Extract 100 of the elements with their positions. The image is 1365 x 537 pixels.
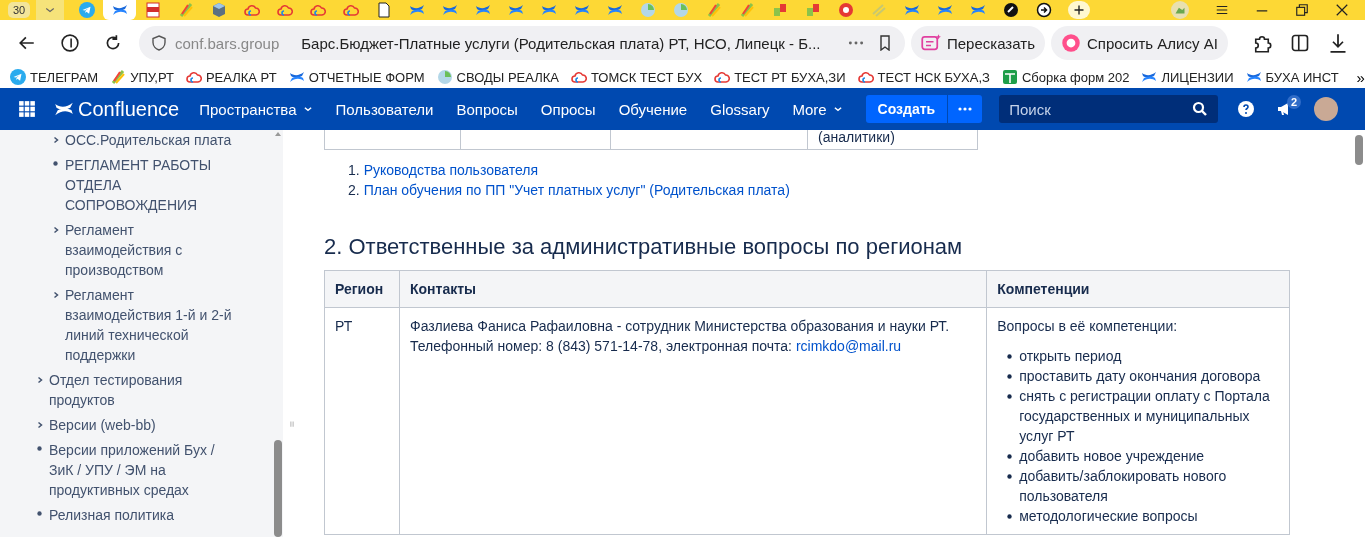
- cube-icon: [210, 2, 227, 18]
- chevron-right-icon[interactable]: [51, 136, 60, 144]
- bookmark-icon[interactable]: [877, 35, 893, 51]
- page-link[interactable]: План обучения по ПП "Учет платных услуг" (Родительская плата): [363, 180, 790, 200]
- search-field[interactable]: Поиск: [999, 95, 1219, 123]
- bookmark-item[interactable]: ТЕСТ НСК БУХА,З: [857, 69, 990, 85]
- sidebar-item[interactable]: Регламент взаимодействия с производством: [65, 220, 242, 280]
- logo-icon: [111, 2, 128, 18]
- bookmark-item[interactable]: ТЕСТ РТ БУХА,ЗИ: [714, 69, 846, 85]
- notification-count: 2: [1287, 95, 1302, 109]
- new-tab-button[interactable]: [1068, 1, 1091, 19]
- sidebar-item[interactable]: ОСС.Родительская плата: [65, 130, 232, 150]
- bookmark-item[interactable]: УПУ,РТ: [110, 69, 174, 85]
- paper-plane-icon: [78, 2, 95, 18]
- nav-link[interactable]: Пользователи: [335, 100, 434, 118]
- list-item: открыть период: [1019, 347, 1122, 366]
- nav-link[interactable]: Обучение: [618, 100, 688, 118]
- sidebar-item[interactable]: Релизная политика: [49, 505, 174, 525]
- bookmark-item[interactable]: ОТЧЕТНЫЕ ФОРМ: [288, 69, 425, 85]
- bookmark-item[interactable]: РЕАЛКА РТ: [185, 69, 277, 85]
- circle-icon: [1002, 2, 1019, 18]
- cloud-icon: [309, 2, 326, 18]
- circle-logo-icon[interactable]: [61, 34, 79, 52]
- back-icon[interactable]: [18, 34, 36, 52]
- nav-link[interactable]: Glossary: [710, 100, 770, 118]
- bookmark-item[interactable]: ЛИЦЕНЗИИ: [1141, 69, 1234, 85]
- scrollbar-thumb[interactable]: [1354, 135, 1363, 165]
- sheet-icon: [1001, 69, 1018, 85]
- list-item: проставить дату окончания договора: [1019, 367, 1261, 386]
- nav-link[interactable]: Опросы: [540, 100, 596, 118]
- bookmark-item[interactable]: ТОМСК ТЕСТ БУХ: [570, 69, 703, 85]
- nav-link[interactable]: Пространства: [199, 100, 313, 118]
- bookmark-item[interactable]: СВОДЫ РЕАЛКА: [436, 69, 559, 85]
- chevron-right-icon[interactable]: [51, 291, 60, 299]
- email-link[interactable]: rcimkdo@mail.ru: [795, 338, 902, 354]
- search-icon[interactable]: [1192, 101, 1209, 117]
- cloud-icon: [857, 69, 874, 85]
- logo-icon: [606, 2, 623, 18]
- sidebar-item[interactable]: Версии (web-bb): [49, 415, 156, 435]
- grid-icon[interactable]: [18, 100, 36, 118]
- address-bar[interactable]: conf.bars.group Барс.Бюджет-Платные услуги (Родительская плата) РТ, НСО, Липецк - Б...: [139, 26, 905, 60]
- stripes-icon: [870, 2, 887, 18]
- app-logo[interactable]: Confluence: [54, 97, 180, 121]
- bookmark-item[interactable]: ТЕЛЕГРАМ: [10, 69, 99, 85]
- bullet-icon: [1007, 474, 1013, 479]
- sidebar-item[interactable]: Регламент взаимодействия 1-й и 2-й линий технической поддержки: [65, 285, 242, 365]
- tab-counter[interactable]: 30: [8, 2, 31, 18]
- bookmark-item[interactable]: БУХА ИНСТ: [1245, 69, 1339, 85]
- cloud-icon: [342, 2, 359, 18]
- column-header: Компетенции: [986, 270, 1290, 308]
- page-title: Барс.Бюджет-Платные услуги (Родительская плата) РТ, НСО, Липецк - Б...: [301, 34, 822, 52]
- logo-icon: [1245, 69, 1262, 85]
- nav-link[interactable]: More: [792, 100, 843, 118]
- menu-icon[interactable]: [1215, 3, 1229, 17]
- globe-icon: [639, 2, 656, 18]
- page-link[interactable]: Руководства пользователя: [363, 160, 539, 180]
- sidebar-item[interactable]: РЕГЛАМЕНТ РАБОТЫ ОТДЕЛА СОПРОВОЖДЕНИЯ: [65, 155, 242, 215]
- sidebar-item[interactable]: Отдел тестирования продуктов: [49, 370, 242, 410]
- close-icon[interactable]: [1335, 3, 1349, 17]
- paper-plane-icon: [10, 69, 26, 85]
- logo-icon: [474, 2, 491, 18]
- contact-text: Фазлиева Фаниса Рафаиловна - сотрудник Министерства образования и науки РТ. Телефонный номер: 8 (843) 571-14-78, электронная почта: rcimkdo@mail.ru: [410, 317, 951, 356]
- sidebar-item[interactable]: Версии приложений Бух / ЗиК / УПУ / ЭМ на продуктивных средах: [49, 440, 242, 500]
- logo-icon: [540, 2, 557, 18]
- more-actions-button[interactable]: [948, 95, 983, 123]
- chevron-right-icon[interactable]: [35, 421, 44, 429]
- list-number: 2.: [348, 181, 360, 200]
- badge-icon: [837, 2, 854, 18]
- nav-link[interactable]: Вопросы: [456, 100, 518, 118]
- url-text: conf.bars.group: [175, 34, 280, 52]
- plus-icon: [1073, 4, 1086, 16]
- ask-assistant-button[interactable]: Спросить Алису AI: [1050, 26, 1228, 60]
- logo-icon: [441, 2, 458, 18]
- chevron-right-icon[interactable]: [51, 226, 60, 234]
- reload-icon[interactable]: [104, 34, 122, 52]
- avatar[interactable]: [1314, 97, 1339, 121]
- logo-icon: [408, 2, 425, 18]
- summarize-button[interactable]: Пересказать: [911, 26, 1045, 60]
- bullet-icon: [53, 161, 58, 166]
- sidebar-icon[interactable]: [1289, 33, 1310, 53]
- logo-icon: [903, 2, 920, 18]
- restore-icon[interactable]: [1295, 3, 1309, 17]
- profile-icon[interactable]: [1171, 1, 1189, 19]
- boxes-icon: [804, 2, 821, 18]
- logo-icon: [573, 2, 590, 18]
- cloud-icon: [276, 2, 293, 18]
- globe-icon: [672, 2, 689, 18]
- bullet-icon: [1007, 454, 1013, 459]
- document-icon: [144, 2, 161, 18]
- create-button[interactable]: Создать: [865, 95, 948, 123]
- scrollbar-thumb[interactable]: [273, 440, 282, 537]
- chevron-right-icon[interactable]: [35, 376, 44, 384]
- cloud-icon: [243, 2, 260, 18]
- table-cell: РТ: [324, 307, 400, 535]
- help-icon[interactable]: [1238, 101, 1255, 117]
- shield-icon: [151, 35, 167, 51]
- bullet-icon: [1007, 394, 1013, 399]
- bookmark-item[interactable]: Сборка форм 202: [1001, 69, 1130, 85]
- bookmarks-more-button[interactable]: »: [1350, 68, 1365, 86]
- bullet-icon: [37, 511, 42, 516]
